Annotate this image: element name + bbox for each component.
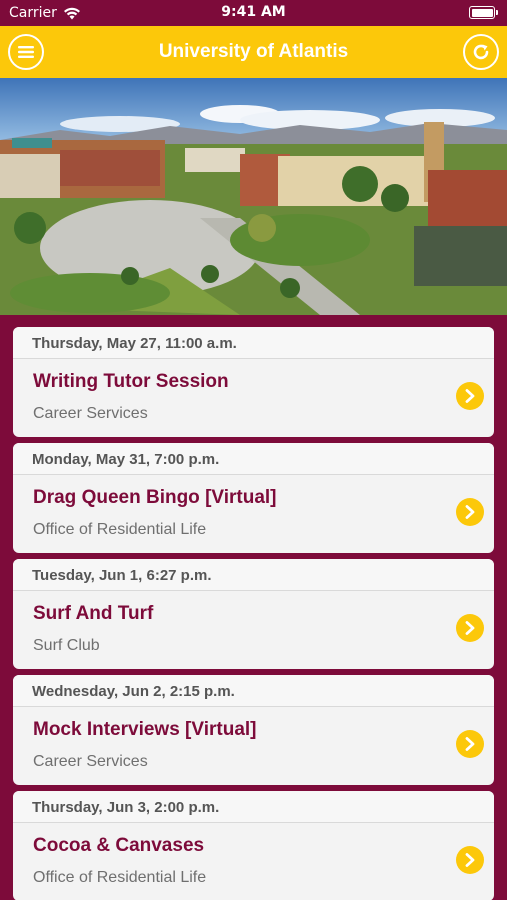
event-title: Cocoa & Canvases	[33, 835, 205, 856]
event-card[interactable]: Thursday, Jun 3, 2:00 p.m. Cocoa & Canva…	[13, 791, 494, 900]
event-card[interactable]: Wednesday, Jun 2, 2:15 p.m. Mock Intervi…	[13, 675, 494, 785]
event-date: Tuesday, Jun 1, 6:27 p.m.	[13, 559, 494, 591]
chevron-right-icon[interactable]	[456, 846, 484, 874]
status-bar: Carrier 9:41 AM	[0, 0, 507, 26]
event-date: Wednesday, Jun 2, 2:15 p.m.	[13, 675, 494, 707]
chevron-right-icon[interactable]	[456, 382, 484, 410]
event-card[interactable]: Thursday, May 27, 11:00 a.m. Writing Tut…	[13, 327, 494, 437]
chevron-right-icon[interactable]	[456, 730, 484, 758]
event-organizer: Career Services	[33, 405, 148, 422]
event-title: Surf And Turf	[33, 603, 154, 624]
event-organizer: Surf Club	[33, 637, 100, 654]
battery-icon	[469, 6, 498, 19]
event-card[interactable]: Tuesday, Jun 1, 6:27 p.m. Surf And Turf …	[13, 559, 494, 669]
event-date: Thursday, May 27, 11:00 a.m.	[13, 327, 494, 359]
chevron-right-icon[interactable]	[456, 498, 484, 526]
status-time: 9:41 AM	[221, 4, 286, 20]
campus-hero-image	[0, 78, 507, 315]
event-title: Drag Queen Bingo [Virtual]	[33, 487, 277, 508]
event-organizer: Office of Residential Life	[33, 521, 207, 538]
refresh-icon	[473, 44, 489, 60]
page-title: University of Atlantis	[158, 41, 349, 62]
nav-bar: University of Atlantis	[0, 26, 507, 78]
event-card[interactable]: Monday, May 31, 7:00 p.m. Drag Queen Bin…	[13, 443, 494, 553]
event-title: Writing Tutor Session	[33, 371, 229, 392]
event-organizer: Office of Residential Life	[33, 869, 207, 886]
event-list: Thursday, May 27, 11:00 a.m. Writing Tut…	[13, 327, 494, 900]
chevron-right-icon[interactable]	[456, 614, 484, 642]
refresh-button[interactable]	[463, 34, 499, 70]
event-organizer: Career Services	[33, 753, 148, 770]
event-date: Thursday, Jun 3, 2:00 p.m.	[13, 791, 494, 823]
event-title: Mock Interviews [Virtual]	[33, 719, 257, 740]
event-date: Monday, May 31, 7:00 p.m.	[13, 443, 494, 475]
